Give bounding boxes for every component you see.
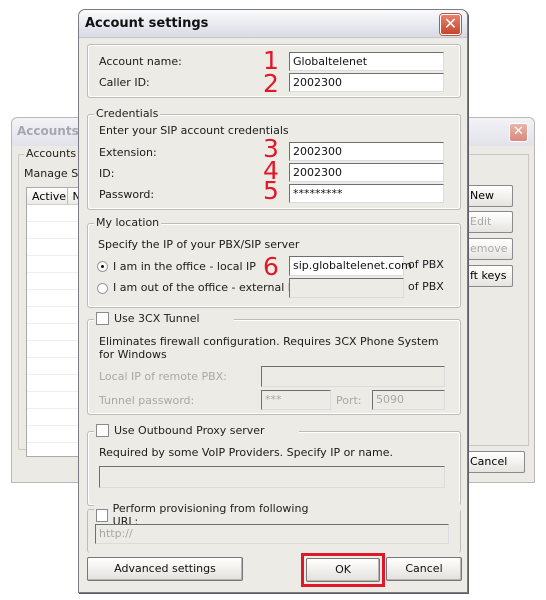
caller-id-input[interactable]: 2002300 (289, 73, 444, 92)
extension-input[interactable]: 2002300 (289, 142, 444, 161)
tunnel-checkbox[interactable] (96, 312, 109, 325)
annotation-6: 6 (263, 252, 279, 281)
account-name-label: Account name: (99, 55, 182, 68)
advanced-settings-button[interactable]: Advanced settings (87, 557, 243, 581)
tunnel-password-label: Tunnel password: (99, 394, 195, 407)
remote-ip-label: Local IP of remote PBX: (99, 370, 227, 383)
dialog-title: Account settings (85, 16, 209, 31)
local-of-pbx-label: of PBX (408, 258, 444, 271)
proxy-checkbox-label[interactable]: Use Outbound Proxy server (114, 424, 265, 437)
proxy-input[interactable] (99, 466, 445, 488)
proxy-checkbox[interactable] (96, 424, 109, 437)
list-row (27, 239, 85, 256)
list-row (27, 273, 85, 290)
id-input[interactable]: 2002300 (289, 163, 444, 182)
list-row (27, 358, 85, 375)
accounts-cancel-button[interactable]: Cancel (459, 451, 525, 473)
location-hint: Specify the IP of your PBX/SIP server (98, 238, 300, 251)
list-row (27, 256, 85, 273)
dialog-title-bar: Account settings ✕ (79, 10, 467, 38)
caller-id-label: Caller ID: (99, 76, 150, 89)
accounts-list[interactable]: Active N (26, 187, 86, 457)
local-ip-label[interactable]: I am in the office - local IP (113, 260, 256, 273)
list-row (27, 205, 85, 222)
close-icon: ✕ (513, 124, 524, 139)
remote-ip-input[interactable] (261, 366, 445, 387)
local-ip-input[interactable]: sip.globaltelenet.com (289, 256, 412, 276)
password-input[interactable]: ********* (289, 184, 444, 203)
id-label: ID: (99, 167, 115, 180)
dialog-close-button[interactable]: ✕ (440, 14, 461, 35)
proxy-description: Required by some VoIP Providers. Specify… (99, 446, 394, 459)
external-ip-radio[interactable] (97, 283, 108, 294)
location-legend: My location (94, 216, 162, 229)
list-row (27, 426, 85, 443)
credentials-hint: Enter your SIP account credentials (99, 124, 289, 137)
list-row (27, 290, 85, 307)
external-of-pbx-label: of PBX (408, 280, 444, 293)
tunnel-description: Eliminates firewall configuration. Requi… (99, 335, 439, 361)
tunnel-password-input[interactable]: *** (261, 390, 331, 410)
account-settings-dialog: Account settings ✕ Account name: 1 Globa… (78, 9, 468, 593)
annotation-2: 2 (263, 69, 279, 98)
column-active[interactable]: Active (27, 188, 68, 204)
accounts-window-title: Accounts (17, 124, 79, 138)
port-label: Port: (336, 394, 362, 407)
close-icon: ✕ (443, 14, 458, 33)
ok-button[interactable]: OK (306, 558, 380, 582)
local-ip-radio[interactable] (97, 261, 108, 272)
external-ip-label[interactable]: I am out of the office - external IP (113, 281, 298, 294)
list-row (27, 324, 85, 341)
credentials-legend: Credentials (94, 107, 161, 120)
list-row (27, 222, 85, 239)
list-row (27, 341, 85, 358)
account-name-input[interactable]: Globaltelenet (289, 52, 444, 71)
accounts-list-header: Active N (27, 188, 85, 205)
provisioning-url-input[interactable]: http:// (95, 524, 449, 544)
port-input[interactable]: 5090 (372, 390, 445, 410)
accounts-group-label: Accounts (24, 147, 79, 160)
list-row (27, 375, 85, 392)
provisioning-checkbox[interactable] (96, 508, 108, 522)
tunnel-checkbox-label[interactable]: Use 3CX Tunnel (114, 312, 200, 325)
accounts-close-button[interactable]: ✕ (509, 123, 528, 142)
annotation-5: 5 (263, 176, 279, 205)
list-row (27, 409, 85, 426)
extension-label: Extension: (99, 146, 157, 159)
external-ip-input[interactable] (289, 278, 404, 298)
cancel-button[interactable]: Cancel (386, 557, 462, 581)
password-label: Password: (99, 188, 155, 201)
list-row (27, 392, 85, 409)
list-row (27, 307, 85, 324)
